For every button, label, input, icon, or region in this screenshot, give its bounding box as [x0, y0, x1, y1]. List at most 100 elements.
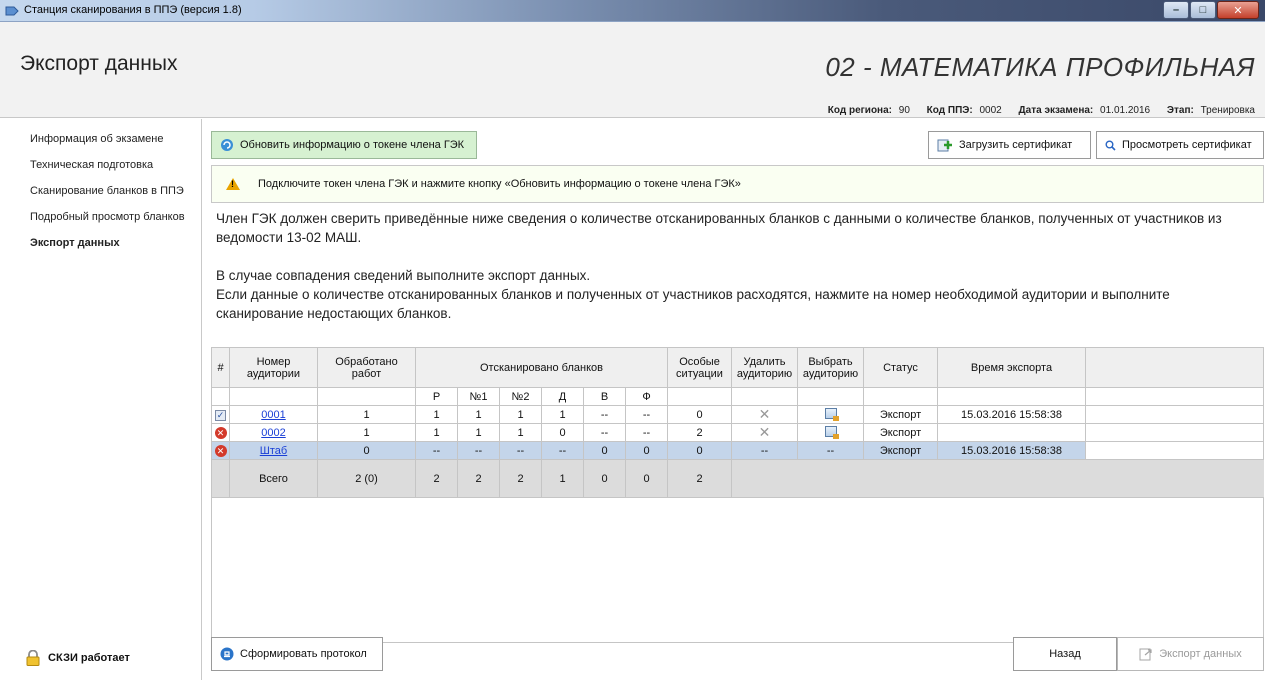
scan-d-cell: --: [541, 441, 584, 460]
lock-icon: [26, 650, 40, 666]
sidebar-item-detailed-view[interactable]: Подробный просмотр бланков: [30, 211, 185, 237]
error-icon: ✕: [214, 444, 227, 457]
total-label: Всего: [229, 459, 318, 498]
back-button[interactable]: Назад: [1013, 637, 1117, 671]
close-button[interactable]: ✕: [1217, 1, 1259, 19]
total-v: 0: [583, 459, 626, 498]
token-warning: Подключите токен члена ГЭК и нажмите кно…: [211, 165, 1264, 203]
crypto-status: СКЗИ работает: [26, 650, 130, 666]
ppe-value: 0002: [979, 105, 1002, 116]
region-label: Код региона:: [827, 105, 892, 116]
scan-v-cell: --: [583, 405, 626, 424]
room-link[interactable]: Штаб: [260, 445, 287, 457]
stage-label: Этап:: [1166, 105, 1194, 116]
instructions: Член ГЭК должен сверить приведённые ниже…: [216, 209, 1256, 323]
upload-icon: [937, 139, 952, 152]
export-time-cell: 15.03.2016 15:58:38: [937, 441, 1086, 460]
col-header-scanned: Отсканировано бланков: [415, 347, 668, 388]
scan-n1-cell: 1: [457, 423, 500, 442]
instructions-paragraph-2b: Если данные о количестве отсканированных…: [216, 287, 1170, 321]
export-time-cell: 15.03.2016 15:58:38: [937, 405, 1086, 424]
maximize-button[interactable]: □: [1190, 1, 1216, 19]
sidebar-item-scanning[interactable]: Сканирование бланков в ППЭ: [30, 185, 185, 211]
generate-protocol-label: Сформировать протокол: [240, 648, 367, 660]
scan-n1-cell: 1: [457, 405, 500, 424]
col-header-status: Статус: [863, 347, 938, 388]
minimize-button[interactable]: –: [1163, 1, 1189, 19]
refresh-token-label: Обновить информацию о токене члена ГЭК: [240, 139, 465, 151]
scan-r-cell: --: [415, 441, 458, 460]
special-cell: 0: [667, 405, 732, 424]
scan-n1-cell: --: [457, 441, 500, 460]
error-icon: ✕: [214, 426, 227, 439]
view-certificate-button[interactable]: Просмотреть сертификат: [1096, 131, 1264, 159]
table-row[interactable]: ✓ 0001 1 1 1 1 1 -- -- 0 ✕ Экспорт 15.03…: [211, 405, 1264, 424]
search-icon: [1105, 140, 1116, 151]
col-header-special: Особые ситуации: [667, 347, 732, 388]
page-title: Экспорт данных: [20, 52, 178, 75]
col-header-delete: Удалить аудиторию: [731, 347, 798, 388]
status-cell: Экспорт: [863, 423, 938, 442]
export-data-button[interactable]: Экспорт данных: [1117, 637, 1264, 671]
subheader-v: В: [583, 387, 626, 406]
protocol-icon: [220, 647, 234, 661]
processed-cell: 0: [317, 441, 416, 460]
instructions-paragraph-2a: В случае совпадения сведений выполните э…: [216, 268, 591, 283]
page-header: Экспорт данных 02 - МАТЕМАТИКА ПРОФИЛЬНА…: [0, 22, 1265, 118]
sidebar-item-tech-prep[interactable]: Техническая подготовка: [30, 159, 185, 185]
room-link[interactable]: 0002: [261, 427, 285, 439]
special-cell: 0: [667, 441, 732, 460]
subheader-n1: №1: [457, 387, 500, 406]
total-n1: 2: [457, 459, 500, 498]
instructions-paragraph-1: Член ГЭК должен сверить приведённые ниже…: [216, 211, 1222, 245]
processed-cell: 1: [317, 405, 416, 424]
crypto-status-label: СКЗИ работает: [48, 652, 130, 664]
scan-n2-cell: 1: [499, 405, 542, 424]
table-row-selected[interactable]: ✕ Штаб 0 -- -- -- -- 0 0 0 -- -- Экспорт…: [211, 441, 1264, 460]
total-processed: 2 (0): [317, 459, 416, 498]
date-label: Дата экзамена:: [1018, 105, 1094, 116]
total-special: 2: [667, 459, 732, 498]
select-room-icon[interactable]: [824, 407, 839, 421]
delete-cell: --: [731, 441, 798, 460]
sidebar-nav: Информация об экзамене Техническая подго…: [30, 133, 185, 263]
sidebar-item-exam-info[interactable]: Информация об экзамене: [30, 133, 185, 159]
total-r: 2: [415, 459, 458, 498]
total-f: 0: [625, 459, 668, 498]
refresh-token-button[interactable]: Обновить информацию о токене члена ГЭК: [211, 131, 477, 159]
col-header-index: #: [211, 347, 230, 388]
subheader-f: Ф: [625, 387, 668, 406]
scan-n2-cell: 1: [499, 423, 542, 442]
region-value: 90: [898, 105, 910, 116]
select-room-icon[interactable]: [824, 425, 839, 439]
scan-f-cell: --: [625, 423, 668, 442]
upload-certificate-button[interactable]: Загрузить сертификат: [928, 131, 1091, 159]
delete-room-icon[interactable]: ✕: [759, 406, 771, 422]
scan-f-cell: --: [625, 405, 668, 424]
app-icon: [5, 6, 19, 16]
total-n2: 2: [499, 459, 542, 498]
subheader-r: Р: [415, 387, 458, 406]
status-cell: Экспорт: [863, 441, 938, 460]
scan-d-cell: 0: [541, 423, 584, 442]
view-certificate-label: Просмотреть сертификат: [1122, 139, 1252, 151]
sidebar: Информация об экзамене Техническая подго…: [0, 119, 202, 680]
rooms-table: # Номер аудитории Обработано работ Отска…: [211, 347, 1264, 498]
sidebar-item-export[interactable]: Экспорт данных: [30, 237, 185, 263]
delete-room-icon[interactable]: ✕: [759, 424, 771, 440]
scan-r-cell: 1: [415, 423, 458, 442]
scan-d-cell: 1: [541, 405, 584, 424]
select-cell: --: [797, 441, 864, 460]
export-data-label: Экспорт данных: [1159, 648, 1242, 660]
warning-icon: [226, 178, 240, 190]
scan-n2-cell: --: [499, 441, 542, 460]
window-controls: – □ ✕: [1162, 1, 1259, 20]
room-link[interactable]: 0001: [261, 409, 285, 421]
processed-cell: 1: [317, 423, 416, 442]
col-header-processed: Обработано работ: [317, 347, 416, 388]
special-cell: 2: [667, 423, 732, 442]
col-header-room: Номер аудитории: [229, 347, 318, 388]
main-content: Обновить информацию о токене члена ГЭК З…: [203, 119, 1265, 680]
generate-protocol-button[interactable]: Сформировать протокол: [211, 637, 383, 671]
table-row[interactable]: ✕ 0002 1 1 1 1 0 -- -- 2 ✕ Экспорт: [211, 423, 1264, 442]
